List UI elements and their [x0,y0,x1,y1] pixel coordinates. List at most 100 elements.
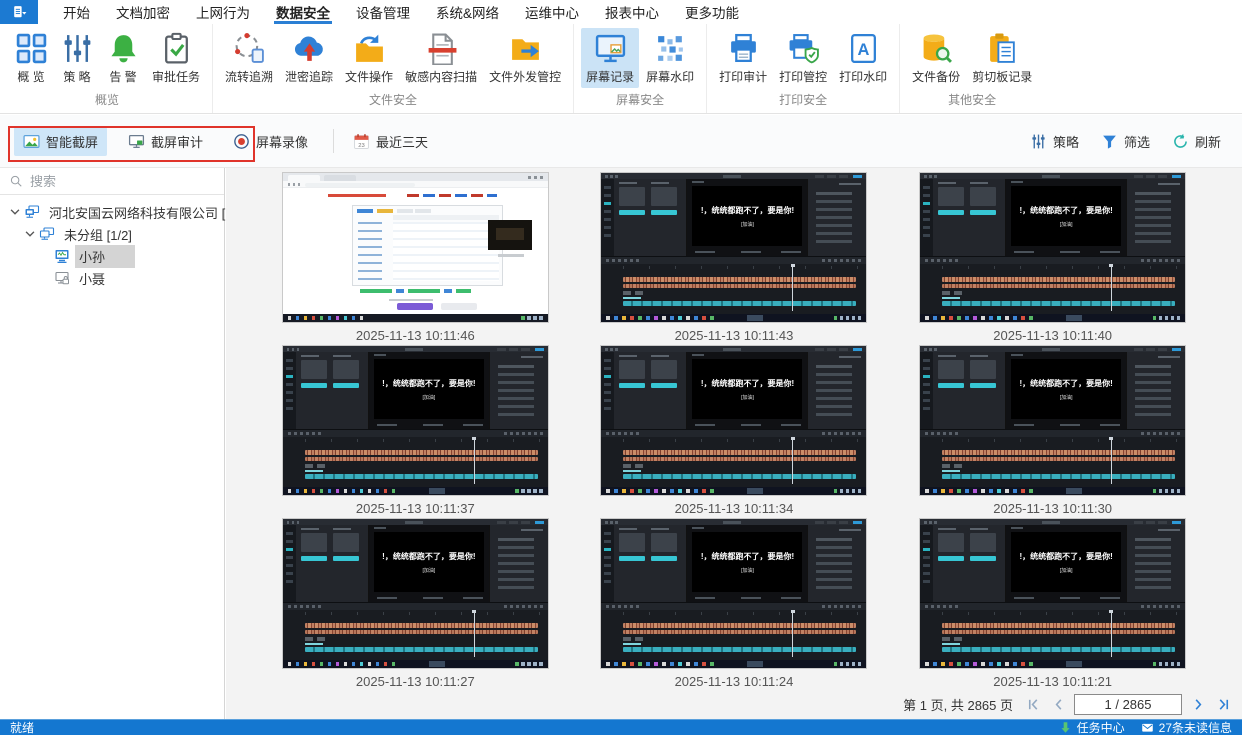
tree-node-label: 河北安国云网络科技有限公司 [1/2] [45,201,251,224]
video-editor-screenshot: !，统统都跑不了，要是你![加油] [920,519,1185,668]
ribbon-button[interactable]: 概 览 [9,28,53,88]
menu-tab[interactable]: 系统&网络 [423,0,512,24]
subtitle-text: !，统统都跑不了，要是你! [382,551,475,562]
ribbon-button[interactable]: 流转追溯 [220,28,278,88]
toolbar-button-label: 筛选 [1124,132,1150,151]
page-summary: 第 1 页, 共 2865 页 [903,695,1013,714]
menu-tab[interactable]: 设备管理 [343,0,423,24]
last-page-button[interactable] [1214,695,1232,713]
ribbon-button-label: 文件操作 [345,68,393,85]
tree-node[interactable]: 河北安国云网络科技有限公司 [1/2] [0,201,224,223]
cloud-upload-icon [293,32,326,65]
screenshot-thumbnail[interactable]: !，统统都跑不了，要是你![加油] [282,345,549,496]
video-editor-screenshot: !，统统都跑不了，要是你![加油] [601,519,866,668]
ribbon-button[interactable]: 屏幕记录 [581,28,639,88]
menu-tab[interactable]: 更多功能 [672,0,752,24]
caption-text: [加油] [1060,567,1073,574]
screenshot-grid: 2025-11-13 10:11:46!，统统都跑不了，要是你![加油]2025… [226,168,1242,691]
screenshot-thumbnail[interactable]: !，统统都跑不了，要是你![加油] [600,518,867,669]
ribbon-button[interactable]: 文件操作 [340,28,398,88]
sub-toolbar: 智能截屏 截屏审计 屏幕录像 23 最近三天 策略 筛选 刷新 [0,115,1242,168]
ribbon-button[interactable]: 泄密追踪 [280,28,338,88]
video-editor-screenshot: !，统统都跑不了，要是你![加油] [920,346,1185,495]
ribbon-button[interactable]: 策 略 [55,28,99,88]
toolbar-button-label: 刷新 [1195,132,1221,151]
date-filter-button[interactable]: 23 最近三天 [344,127,437,156]
ribbon-button-label: 打印管控 [779,68,827,85]
menu-tab[interactable]: 运维中心 [512,0,592,24]
menu-tab[interactable]: 报表中心 [592,0,672,24]
tree-node-label: 小聂 [75,267,109,290]
ribbon-button[interactable]: 文件外发管控 [484,28,566,88]
svg-text:23: 23 [358,142,364,148]
folder-out-icon [509,32,542,65]
video-editor-screenshot: !，统统都跑不了，要是你![加油] [601,346,866,495]
toolbar-refresh-button[interactable]: 刷新 [1163,127,1230,156]
app-menu-button[interactable] [0,0,38,24]
image-icon [23,133,40,150]
grid-icon [15,32,48,65]
subtitle-text: !，统统都跑不了，要是你! [1019,205,1112,216]
search-box[interactable] [0,168,224,195]
screenshot-thumbnail[interactable]: !，统统都跑不了，要是你![加油] [919,345,1186,496]
prev-page-button[interactable] [1049,695,1067,713]
chevron-down-icon[interactable] [23,227,37,241]
ribbon-button[interactable]: 打印审计 [714,28,772,88]
ribbon-button[interactable]: 审批任务 [147,28,205,88]
screenshot-timestamp: 2025-11-13 10:11:34 [675,501,794,516]
bell-icon [107,32,140,65]
ribbon-button-label: 审批任务 [152,68,200,85]
ribbon-button[interactable]: A打印水印 [834,28,892,88]
task-center-label: 任务中心 [1077,719,1125,735]
ribbon-button[interactable]: 屏幕水印 [641,28,699,88]
db-search-icon [920,32,953,65]
caption-text: [加油] [741,221,754,228]
view-mode-label: 截屏审计 [151,132,203,151]
ribbon-button-label: 文件外发管控 [489,68,561,85]
view-mode-button[interactable]: 屏幕录像 [224,127,317,156]
org-icon [24,204,40,220]
page-input[interactable] [1074,694,1182,715]
screenshot-timestamp: 2025-11-13 10:11:46 [356,328,475,343]
chevron-down-icon[interactable] [8,205,22,219]
screenshot-cell: !，统统都跑不了，要是你![加油]2025-11-13 10:11:30 [919,345,1186,518]
view-mode-button[interactable]: 智能截屏 [14,127,107,156]
ribbon-button[interactable]: 敏感内容扫描 [400,28,482,88]
toolbar-policy-button[interactable]: 策略 [1021,127,1088,156]
ribbon-button[interactable]: 文件备份 [907,28,965,88]
subtitle-text: !，统统都跑不了，要是你! [701,551,794,562]
menu-tab[interactable]: 数据安全 [263,0,343,24]
ribbon-button[interactable]: 告 警 [101,28,145,88]
menu-tab[interactable]: 开始 [50,0,103,24]
tree-node[interactable]: 小聂 [0,267,224,289]
toolbar-filter-button[interactable]: 筛选 [1092,127,1159,156]
view-mode-label: 屏幕录像 [256,132,308,151]
ribbon-button[interactable]: 打印管控 [774,28,832,88]
printer-shield-icon [787,32,820,65]
screenshot-thumbnail[interactable]: !，统统都跑不了，要是你![加油] [919,172,1186,323]
ribbon-button[interactable]: 剪切板记录 [967,28,1037,88]
task-center-button[interactable]: 任务中心 [1059,719,1125,735]
ribbon-button-label: 打印水印 [839,68,887,85]
first-page-button[interactable] [1024,695,1042,713]
menu-tab[interactable]: 文档加密 [103,0,183,24]
record-icon [233,133,250,150]
screenshot-thumbnail[interactable] [282,172,549,323]
date-filter-label: 最近三天 [376,132,428,151]
group-icon [39,226,55,242]
search-input[interactable] [30,174,215,189]
next-page-button[interactable] [1189,695,1207,713]
unread-messages-button[interactable]: 27条未读信息 [1141,719,1232,735]
screenshot-thumbnail[interactable]: !，统统都跑不了，要是你![加油] [282,518,549,669]
tree-node[interactable]: 未分组 [1/2] [0,223,224,245]
unread-messages-label: 27条未读信息 [1159,719,1232,735]
screenshot-thumbnail[interactable]: !，统统都跑不了，要是你![加油] [919,518,1186,669]
tree-node[interactable]: 小孙 [0,245,224,267]
view-mode-button[interactable]: 截屏审计 [119,127,212,156]
screenshot-timestamp: 2025-11-13 10:11:21 [993,674,1112,689]
menu-tab[interactable]: 上网行为 [183,0,263,24]
ribbon-button-label: 屏幕水印 [646,68,694,85]
screenshot-thumbnail[interactable]: !，统统都跑不了，要是你![加油] [600,172,867,323]
screenshot-thumbnail[interactable]: !，统统都跑不了，要是你![加油] [600,345,867,496]
pc-offline-icon [54,270,70,286]
